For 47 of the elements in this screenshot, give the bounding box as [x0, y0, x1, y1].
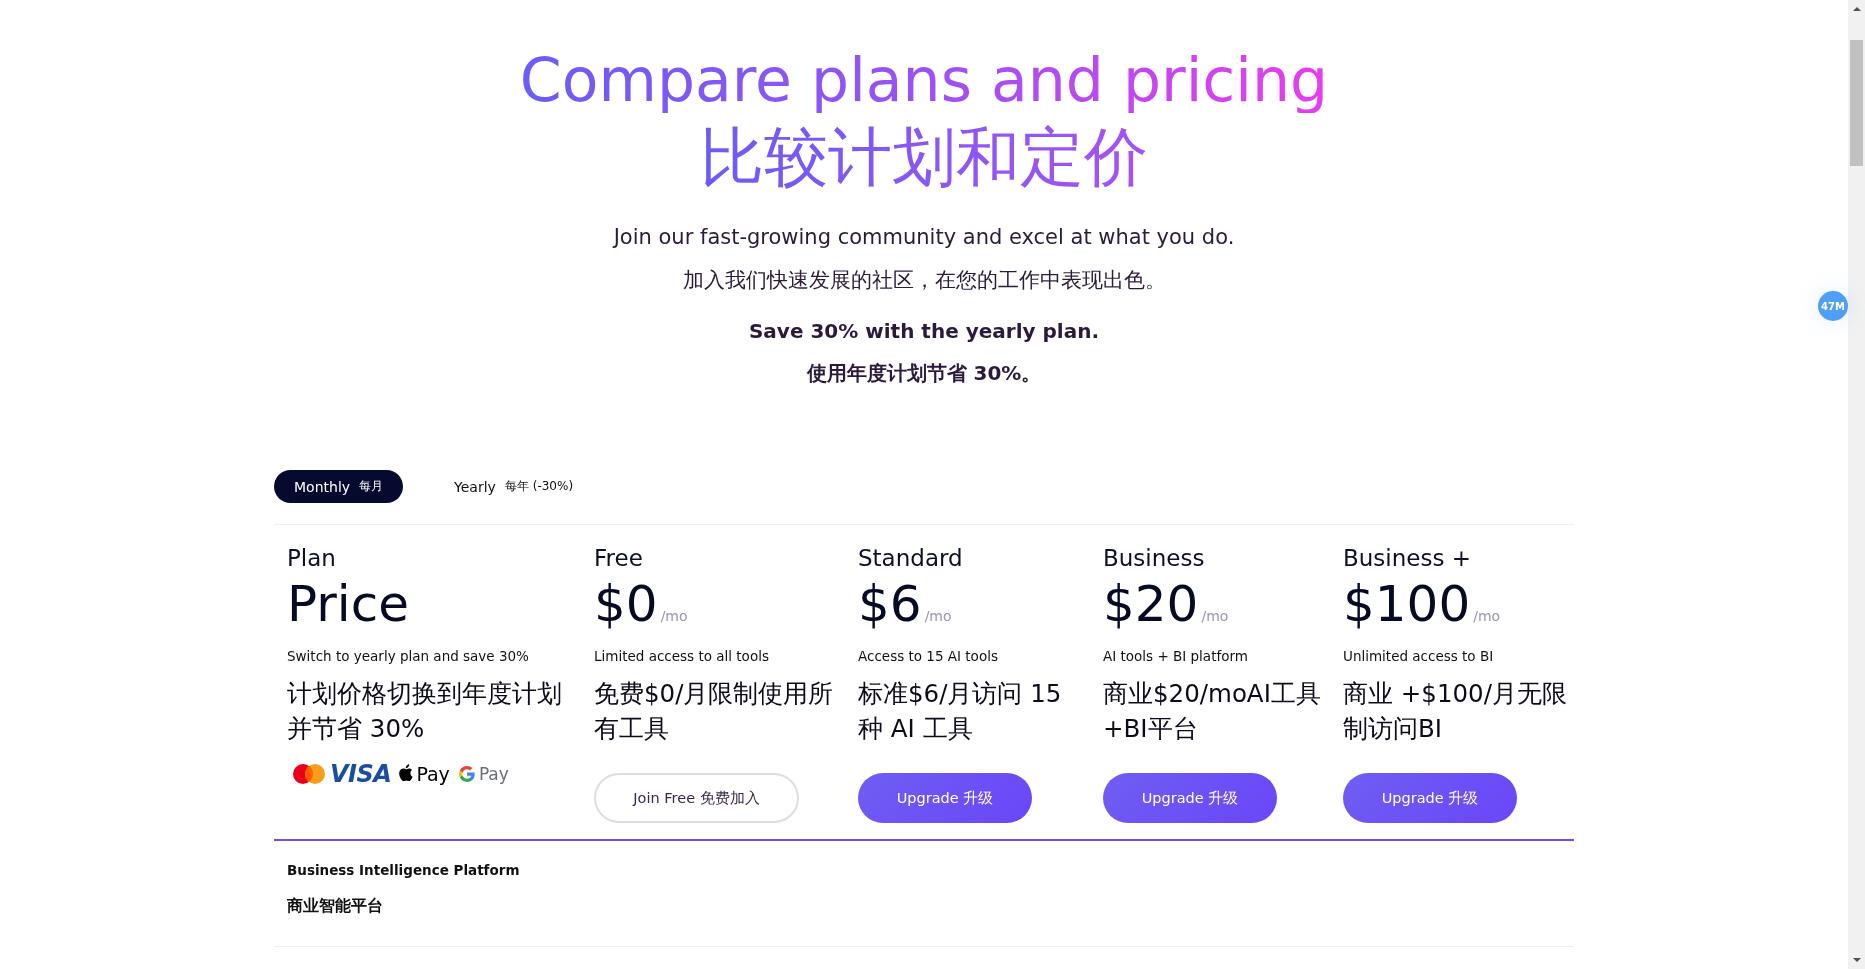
section-title: Business Intelligence Platform [287, 861, 520, 880]
pay-label: Pay [416, 763, 450, 785]
price-period: /mo [1201, 608, 1229, 624]
yearly-note: 计划价格切换到年度计划并节省 30% [287, 678, 563, 745]
plan-column-label: Plan [287, 544, 336, 572]
price-column-label: Price [287, 576, 409, 632]
up-arrow-icon[interactable] [1852, 7, 1861, 11]
plan-name: Standard [858, 544, 963, 572]
plan-button[interactable]: Upgrade 升级 [858, 773, 1032, 823]
g-logo-icon [458, 766, 475, 782]
plan-description: 商业 +$100/月无限制访问BI [1343, 678, 1568, 745]
plan-description: 商业$20/moAI工具+BI平台 [1103, 678, 1322, 745]
plan-price: $0 [594, 576, 658, 632]
plan-price: $20 [1103, 576, 1199, 632]
plan-name: Free [594, 544, 643, 572]
billing-tab[interactable]: Monthly 每月 [274, 470, 404, 503]
price-period: /mo [924, 608, 952, 624]
subtitle: 加入我们快速发展的社区，在您的工作中表现出色。 [682, 267, 1166, 294]
section-title: 商业智能平台 [287, 896, 383, 916]
plan-button[interactable]: Upgrade 升级 [1103, 773, 1277, 823]
price-period: /mo [660, 608, 688, 624]
scrollbar-thumb[interactable] [1850, 40, 1863, 166]
promo-text: 使用年度计划节省 30%。 [806, 360, 1042, 387]
plan-name: Business [1103, 544, 1205, 572]
pay-label: Pay [478, 763, 509, 785]
visa-logo: VISA [330, 762, 392, 786]
plan-summary: Unlimited access to BI [1343, 647, 1494, 666]
plan-summary: AI tools + BI platform [1103, 647, 1248, 666]
price-period: /mo [1473, 608, 1501, 624]
subtitle: Join our fast-growing community and excel at what you do. [613, 224, 1235, 251]
overlapping-circles-icon [293, 764, 325, 784]
apple-icon [399, 764, 414, 781]
billing-tab[interactable]: Yearly 每年 (-30%) [434, 470, 594, 503]
scrollbar-track[interactable] [1848, 0, 1865, 969]
plan-summary: Limited access to all tools [594, 647, 769, 666]
plan-price: $6 [858, 576, 922, 632]
plan-price: $100 [1343, 576, 1471, 632]
plan-name: Business + [1343, 544, 1471, 572]
plan-button[interactable]: Join Free 免费加入 [594, 773, 799, 823]
plan-summary: Access to 15 AI tools [858, 647, 998, 666]
plan-description: 免费$0/月限制使用所有工具 [594, 678, 835, 745]
yearly-note: Switch to yearly plan and save 30% [287, 647, 529, 666]
plan-description: 标准$6/月访问 15 种 AI 工具 [858, 678, 1063, 745]
plan-button[interactable]: Upgrade 升级 [1343, 773, 1517, 823]
floating-badge[interactable]: 47M [1818, 291, 1848, 321]
down-arrow-icon[interactable] [1852, 958, 1861, 962]
promo-text: Save 30% with the yearly plan. [748, 318, 1099, 345]
